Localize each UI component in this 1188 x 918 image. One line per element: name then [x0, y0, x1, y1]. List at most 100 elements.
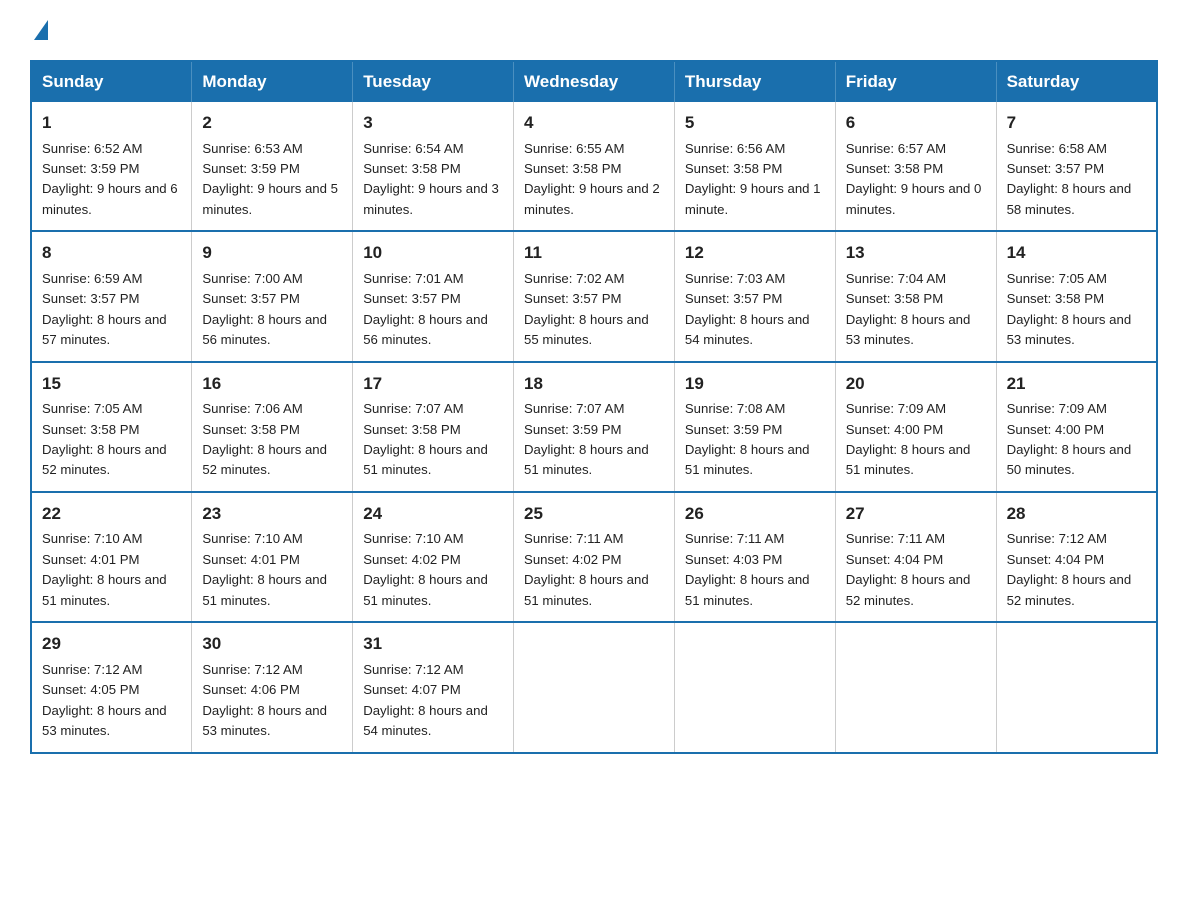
- col-header-friday: Friday: [835, 61, 996, 102]
- calendar-cell: 7 Sunrise: 6:58 AMSunset: 3:57 PMDayligh…: [996, 102, 1157, 231]
- calendar-cell: 24 Sunrise: 7:10 AMSunset: 4:02 PMDaylig…: [353, 492, 514, 622]
- day-info: Sunrise: 7:11 AMSunset: 4:04 PMDaylight:…: [846, 531, 971, 607]
- calendar-cell: 9 Sunrise: 7:00 AMSunset: 3:57 PMDayligh…: [192, 231, 353, 361]
- calendar-cell: 26 Sunrise: 7:11 AMSunset: 4:03 PMDaylig…: [674, 492, 835, 622]
- calendar-header-row: SundayMondayTuesdayWednesdayThursdayFrid…: [31, 61, 1157, 102]
- page-header: [30, 20, 1158, 42]
- calendar-cell: 28 Sunrise: 7:12 AMSunset: 4:04 PMDaylig…: [996, 492, 1157, 622]
- col-header-tuesday: Tuesday: [353, 61, 514, 102]
- day-number: 15: [42, 371, 181, 397]
- day-info: Sunrise: 7:02 AMSunset: 3:57 PMDaylight:…: [524, 271, 649, 347]
- day-info: Sunrise: 7:01 AMSunset: 3:57 PMDaylight:…: [363, 271, 488, 347]
- day-info: Sunrise: 7:12 AMSunset: 4:07 PMDaylight:…: [363, 662, 488, 738]
- calendar-cell: 17 Sunrise: 7:07 AMSunset: 3:58 PMDaylig…: [353, 362, 514, 492]
- day-number: 1: [42, 110, 181, 136]
- day-number: 29: [42, 631, 181, 657]
- day-info: Sunrise: 7:12 AMSunset: 4:05 PMDaylight:…: [42, 662, 167, 738]
- day-info: Sunrise: 7:10 AMSunset: 4:02 PMDaylight:…: [363, 531, 488, 607]
- calendar-cell: 19 Sunrise: 7:08 AMSunset: 3:59 PMDaylig…: [674, 362, 835, 492]
- calendar-cell: 8 Sunrise: 6:59 AMSunset: 3:57 PMDayligh…: [31, 231, 192, 361]
- day-number: 28: [1007, 501, 1146, 527]
- day-number: 16: [202, 371, 342, 397]
- calendar-cell: 23 Sunrise: 7:10 AMSunset: 4:01 PMDaylig…: [192, 492, 353, 622]
- day-number: 30: [202, 631, 342, 657]
- logo: [30, 20, 48, 42]
- day-number: 21: [1007, 371, 1146, 397]
- day-info: Sunrise: 6:54 AMSunset: 3:58 PMDaylight:…: [363, 141, 499, 217]
- day-info: Sunrise: 6:56 AMSunset: 3:58 PMDaylight:…: [685, 141, 821, 217]
- calendar-cell: [674, 622, 835, 752]
- calendar-cell: 18 Sunrise: 7:07 AMSunset: 3:59 PMDaylig…: [514, 362, 675, 492]
- col-header-monday: Monday: [192, 61, 353, 102]
- calendar-cell: 30 Sunrise: 7:12 AMSunset: 4:06 PMDaylig…: [192, 622, 353, 752]
- calendar-week-row: 1 Sunrise: 6:52 AMSunset: 3:59 PMDayligh…: [31, 102, 1157, 231]
- calendar-cell: [996, 622, 1157, 752]
- day-info: Sunrise: 6:59 AMSunset: 3:57 PMDaylight:…: [42, 271, 167, 347]
- calendar-cell: [835, 622, 996, 752]
- calendar-week-row: 8 Sunrise: 6:59 AMSunset: 3:57 PMDayligh…: [31, 231, 1157, 361]
- day-number: 31: [363, 631, 503, 657]
- day-number: 5: [685, 110, 825, 136]
- calendar-cell: 15 Sunrise: 7:05 AMSunset: 3:58 PMDaylig…: [31, 362, 192, 492]
- day-number: 11: [524, 240, 664, 266]
- calendar-week-row: 22 Sunrise: 7:10 AMSunset: 4:01 PMDaylig…: [31, 492, 1157, 622]
- calendar-cell: 3 Sunrise: 6:54 AMSunset: 3:58 PMDayligh…: [353, 102, 514, 231]
- day-info: Sunrise: 7:06 AMSunset: 3:58 PMDaylight:…: [202, 401, 327, 477]
- calendar-table: SundayMondayTuesdayWednesdayThursdayFrid…: [30, 60, 1158, 754]
- calendar-cell: 27 Sunrise: 7:11 AMSunset: 4:04 PMDaylig…: [835, 492, 996, 622]
- calendar-cell: 16 Sunrise: 7:06 AMSunset: 3:58 PMDaylig…: [192, 362, 353, 492]
- day-info: Sunrise: 7:00 AMSunset: 3:57 PMDaylight:…: [202, 271, 327, 347]
- day-info: Sunrise: 6:52 AMSunset: 3:59 PMDaylight:…: [42, 141, 178, 217]
- calendar-cell: 6 Sunrise: 6:57 AMSunset: 3:58 PMDayligh…: [835, 102, 996, 231]
- calendar-cell: 2 Sunrise: 6:53 AMSunset: 3:59 PMDayligh…: [192, 102, 353, 231]
- day-number: 9: [202, 240, 342, 266]
- day-number: 24: [363, 501, 503, 527]
- day-info: Sunrise: 7:09 AMSunset: 4:00 PMDaylight:…: [846, 401, 971, 477]
- day-number: 22: [42, 501, 181, 527]
- logo-triangle-icon: [34, 20, 48, 40]
- calendar-cell: 13 Sunrise: 7:04 AMSunset: 3:58 PMDaylig…: [835, 231, 996, 361]
- day-info: Sunrise: 7:03 AMSunset: 3:57 PMDaylight:…: [685, 271, 810, 347]
- day-number: 14: [1007, 240, 1146, 266]
- day-number: 20: [846, 371, 986, 397]
- calendar-cell: 21 Sunrise: 7:09 AMSunset: 4:00 PMDaylig…: [996, 362, 1157, 492]
- day-number: 17: [363, 371, 503, 397]
- day-number: 3: [363, 110, 503, 136]
- calendar-cell: 1 Sunrise: 6:52 AMSunset: 3:59 PMDayligh…: [31, 102, 192, 231]
- col-header-wednesday: Wednesday: [514, 61, 675, 102]
- day-number: 23: [202, 501, 342, 527]
- day-info: Sunrise: 7:07 AMSunset: 3:58 PMDaylight:…: [363, 401, 488, 477]
- day-number: 2: [202, 110, 342, 136]
- day-number: 4: [524, 110, 664, 136]
- day-info: Sunrise: 7:08 AMSunset: 3:59 PMDaylight:…: [685, 401, 810, 477]
- day-info: Sunrise: 6:57 AMSunset: 3:58 PMDaylight:…: [846, 141, 982, 217]
- day-number: 6: [846, 110, 986, 136]
- day-number: 8: [42, 240, 181, 266]
- day-number: 18: [524, 371, 664, 397]
- day-number: 7: [1007, 110, 1146, 136]
- calendar-cell: 11 Sunrise: 7:02 AMSunset: 3:57 PMDaylig…: [514, 231, 675, 361]
- calendar-week-row: 29 Sunrise: 7:12 AMSunset: 4:05 PMDaylig…: [31, 622, 1157, 752]
- day-info: Sunrise: 7:04 AMSunset: 3:58 PMDaylight:…: [846, 271, 971, 347]
- day-number: 27: [846, 501, 986, 527]
- calendar-cell: 20 Sunrise: 7:09 AMSunset: 4:00 PMDaylig…: [835, 362, 996, 492]
- day-info: Sunrise: 6:55 AMSunset: 3:58 PMDaylight:…: [524, 141, 660, 217]
- day-info: Sunrise: 6:58 AMSunset: 3:57 PMDaylight:…: [1007, 141, 1132, 217]
- col-header-sunday: Sunday: [31, 61, 192, 102]
- day-info: Sunrise: 7:10 AMSunset: 4:01 PMDaylight:…: [202, 531, 327, 607]
- calendar-cell: 22 Sunrise: 7:10 AMSunset: 4:01 PMDaylig…: [31, 492, 192, 622]
- day-number: 26: [685, 501, 825, 527]
- calendar-cell: 10 Sunrise: 7:01 AMSunset: 3:57 PMDaylig…: [353, 231, 514, 361]
- col-header-thursday: Thursday: [674, 61, 835, 102]
- day-number: 25: [524, 501, 664, 527]
- calendar-cell: [514, 622, 675, 752]
- day-info: Sunrise: 7:05 AMSunset: 3:58 PMDaylight:…: [42, 401, 167, 477]
- calendar-cell: 4 Sunrise: 6:55 AMSunset: 3:58 PMDayligh…: [514, 102, 675, 231]
- day-info: Sunrise: 6:53 AMSunset: 3:59 PMDaylight:…: [202, 141, 338, 217]
- calendar-cell: 31 Sunrise: 7:12 AMSunset: 4:07 PMDaylig…: [353, 622, 514, 752]
- day-number: 10: [363, 240, 503, 266]
- day-number: 12: [685, 240, 825, 266]
- day-info: Sunrise: 7:10 AMSunset: 4:01 PMDaylight:…: [42, 531, 167, 607]
- day-number: 13: [846, 240, 986, 266]
- day-info: Sunrise: 7:09 AMSunset: 4:00 PMDaylight:…: [1007, 401, 1132, 477]
